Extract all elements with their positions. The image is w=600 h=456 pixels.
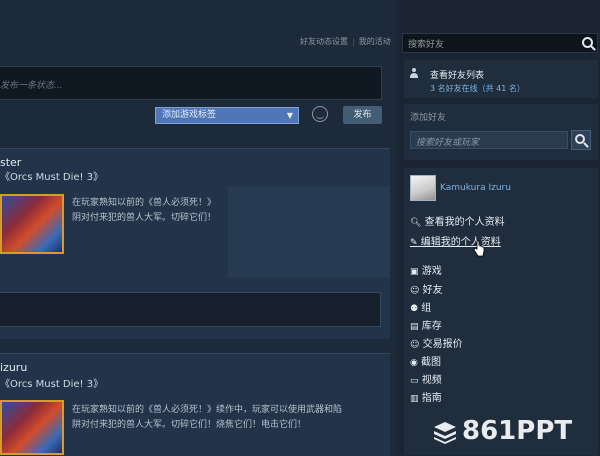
- feed-description: 在玩家熟知以前的《兽人必须死！》 阴对付来犯的兽人大军。切碎它们！: [72, 196, 216, 226]
- video-icon: ▭: [410, 376, 419, 386]
- menu-item-label: 交易报价: [422, 339, 463, 350]
- menu-games[interactable]: ▣ 游戏: [410, 262, 442, 277]
- feed-game-name[interactable]: 《Orcs Must Die! 3》: [0, 375, 103, 390]
- watermark-logo-icon: [434, 422, 456, 444]
- profile-name[interactable]: Kamukura Izuru: [440, 183, 511, 193]
- feed-description-line: 在玩家熟知以前的《兽人必须死！》续作中，玩家可以使用武器和陷: [72, 405, 343, 415]
- hand-cursor-icon: [473, 240, 485, 257]
- post-button[interactable]: 发布: [343, 106, 382, 124]
- emoticon-icon[interactable]: [312, 106, 328, 122]
- friends-online-count[interactable]: 3 名好友在线（共 41 名）: [430, 83, 525, 94]
- search-icon: 🔍︎: [410, 218, 422, 228]
- feed-description-line: 在玩家熟知以前的《兽人必须死！》: [72, 198, 217, 208]
- game-capsule-image[interactable]: [0, 194, 64, 254]
- search-icon[interactable]: [582, 37, 593, 48]
- friend-icon: ☺: [410, 286, 420, 296]
- status-placeholder: 发布一条状态...: [0, 81, 63, 91]
- game-tag-select-label: 添加游戏标签: [162, 110, 217, 120]
- menu-item-label: 组: [421, 303, 432, 314]
- menu-item-label: 游戏: [421, 266, 442, 277]
- menu-edit-profile[interactable]: ✎ 编辑我的个人资料: [410, 233, 501, 248]
- friend-search-placeholder: 搜索好友: [408, 40, 445, 50]
- inventory-icon: ▤: [410, 322, 419, 332]
- menu-friends[interactable]: ☺ 好友: [410, 281, 443, 296]
- feed-description: 在玩家熟知以前的《兽人必须死！》续作中，玩家可以使用武器和陷 阱对付来犯的兽人大…: [72, 403, 342, 433]
- menu-item-label: 编辑我的个人资料: [420, 237, 501, 248]
- menu-item-label: 截图: [421, 357, 442, 368]
- menu-item-label: 视频: [421, 375, 442, 386]
- menu-item-label: 指南: [421, 393, 442, 404]
- menu-videos[interactable]: ▭ 视频: [410, 371, 442, 386]
- menu-view-profile[interactable]: 🔍︎ 查看我的个人资料: [410, 213, 505, 228]
- header-links: 好友动态设置 | 我的活动: [300, 37, 391, 46]
- search-icon: [575, 134, 585, 144]
- menu-item-label: 库存: [421, 321, 442, 332]
- menu-groups[interactable]: ⚉ 组: [410, 299, 431, 314]
- feed-description-line: 阱对付来犯的兽人大军。切碎它们！烧焦它们！电击它们！: [72, 420, 307, 430]
- feed-settings-link[interactable]: 好友动态设置: [300, 37, 348, 46]
- feed-user-name[interactable]: izuru: [0, 361, 27, 374]
- menu-trade-offers[interactable]: ☺ 交易报价: [410, 335, 463, 350]
- profile-section: [404, 168, 598, 455]
- view-friends-list-link[interactable]: 查看好友列表: [430, 68, 484, 81]
- avatar[interactable]: [410, 175, 436, 201]
- menu-screenshots[interactable]: ◉ 截图: [410, 353, 441, 368]
- menu-guides[interactable]: ▥ 指南: [410, 389, 442, 404]
- menu-inventory[interactable]: ▤ 库存: [410, 317, 442, 332]
- game-tag-select[interactable]: 添加游戏标签 ▼: [155, 107, 299, 124]
- add-friend-title: 添加好友: [410, 113, 447, 123]
- comment-input[interactable]: [0, 292, 381, 327]
- feed-description-line: 阴对付来犯的兽人大军。切碎它们！: [72, 213, 217, 223]
- guide-icon: ▥: [410, 394, 419, 404]
- game-icon: ▣: [410, 267, 419, 277]
- menu-item-label: 好友: [422, 285, 443, 296]
- my-activity-link[interactable]: 我的活动: [359, 37, 391, 46]
- feed-game-name[interactable]: 《Orcs Must Die! 3》: [0, 168, 103, 183]
- trade-icon: ☺: [410, 340, 420, 350]
- chevron-down-icon: ▼: [286, 111, 293, 120]
- add-friend-placeholder: 搜索好友或玩家: [416, 138, 480, 148]
- group-icon: ⚉: [410, 304, 419, 314]
- camera-icon: ◉: [410, 358, 418, 368]
- watermark-text: 861PPT: [462, 416, 573, 446]
- game-capsule-image[interactable]: [0, 400, 64, 455]
- edit-icon: ✎: [410, 238, 418, 248]
- friend-icon: [410, 68, 418, 78]
- feed-side-panel: [228, 186, 390, 278]
- menu-item-label: 查看我的个人资料: [424, 217, 505, 228]
